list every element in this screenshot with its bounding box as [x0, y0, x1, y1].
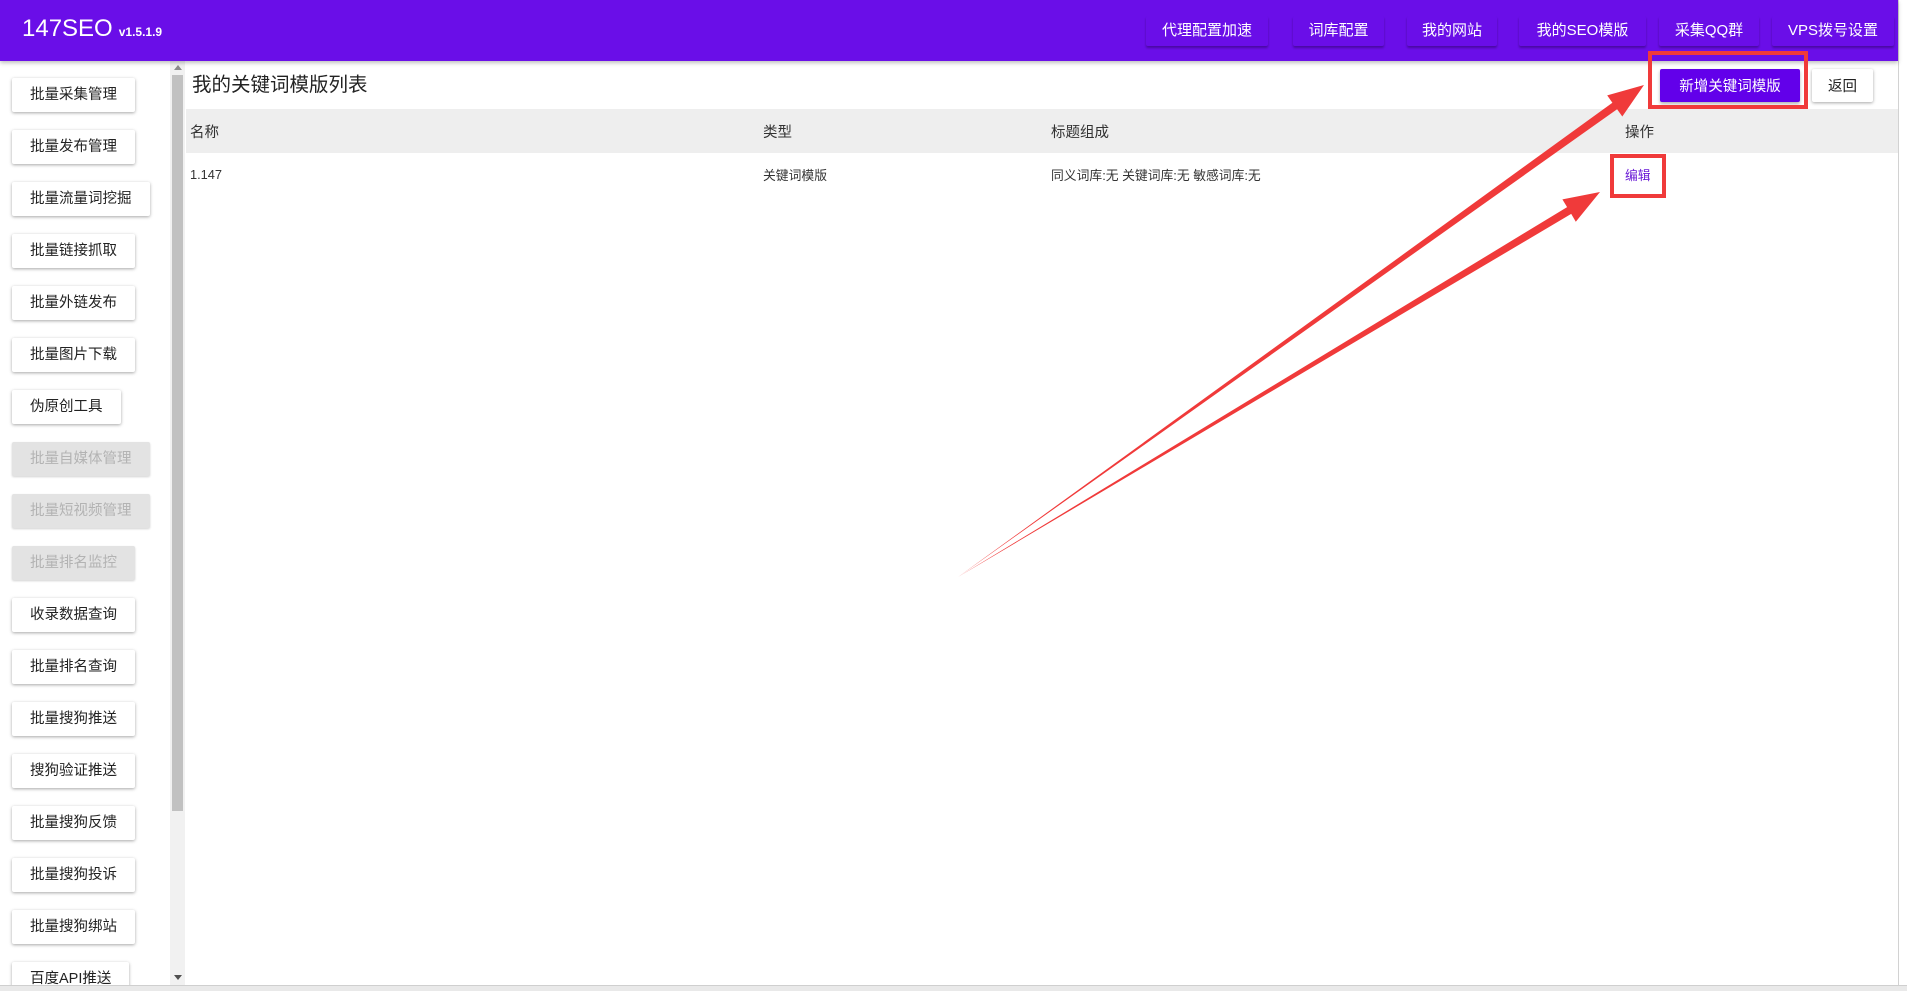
sidebar-item-traffic-keyword-mining[interactable]: 批量流量词挖掘 [12, 182, 150, 216]
sidebar-item-batch-backlink-publish[interactable]: 批量外链发布 [12, 286, 135, 320]
app-title: 147SEO [22, 15, 113, 42]
nav-my-websites[interactable]: 我的网站 [1407, 16, 1497, 46]
app-version: v1.5.1.9 [118, 25, 163, 39]
sidebar-item-batch-rank-query[interactable]: 批量排名查询 [12, 650, 135, 684]
sidebar-item-batch-short-video-management: 批量短视频管理 [12, 494, 150, 528]
sidebar-item-baidu-api-push[interactable]: 百度API推送 [12, 962, 130, 985]
column-header-title-composition: 标题组成 [1051, 124, 1109, 141]
sidebar-item-batch-self-media-management: 批量自媒体管理 [12, 442, 150, 476]
nav-my-seo-templates[interactable]: 我的SEO模版 [1519, 16, 1646, 46]
sidebar-item-batch-sogou-complaint[interactable]: 批量搜狗投诉 [12, 858, 135, 892]
scroll-up-arrow-icon[interactable] [174, 65, 182, 70]
sidebar-item-batch-image-download[interactable]: 批量图片下载 [12, 338, 135, 372]
nav-collect-qq-group[interactable]: 采集QQ群 [1659, 16, 1759, 46]
sidebar-scrollbar-thumb[interactable] [172, 75, 183, 811]
cell-actions: 编辑 [1625, 165, 1898, 184]
page-title: 我的关键词模版列表 [192, 74, 368, 96]
sidebar-item-batch-publish-management[interactable]: 批量发布管理 [12, 130, 135, 164]
window-bottom-edge [0, 985, 1907, 991]
nav-vps-dialup-settings[interactable]: VPS拨号设置 [1772, 16, 1894, 46]
sidebar-scrollbar[interactable] [170, 61, 185, 985]
main-content: 我的关键词模版列表 新增关键词模版 返回 名称 类型 标题组成 操作 1.147… [186, 61, 1898, 985]
app-brand: 147SEO v1.5.1.9 [22, 14, 162, 44]
cell-type: 关键词模版 [763, 168, 827, 183]
column-header-name: 名称 [190, 124, 219, 141]
sidebar-item-index-data-query[interactable]: 收录数据查询 [12, 598, 135, 632]
sidebar-item-batch-rank-monitor: 批量排名监控 [12, 546, 135, 580]
sidebar-menu: 批量采集管理 批量发布管理 批量流量词挖掘 批量链接抓取 批量外链发布 批量图片… [0, 61, 170, 985]
nav-lexicon-config[interactable]: 词库配置 [1293, 16, 1384, 46]
column-header-actions: 操作 [1625, 124, 1654, 141]
column-header-type: 类型 [763, 124, 792, 141]
table-row: 1.147 关键词模版 同义词库:无 关键词库:无 敏感词库:无 编辑 [186, 153, 1898, 196]
sidebar: 批量采集管理 批量发布管理 批量流量词挖掘 批量链接抓取 批量外链发布 批量图片… [0, 61, 170, 985]
sidebar-item-batch-sogou-feedback[interactable]: 批量搜狗反馈 [12, 806, 135, 840]
top-app-bar: 147SEO v1.5.1.9 代理配置加速 词库配置 我的网站 我的SEO模版 … [0, 0, 1898, 61]
scroll-down-arrow-icon[interactable] [174, 975, 182, 980]
sidebar-item-batch-collect-management[interactable]: 批量采集管理 [12, 78, 135, 112]
sidebar-item-pseudo-original-tool[interactable]: 伪原创工具 [12, 390, 121, 424]
cell-title-composition: 同义词库:无 关键词库:无 敏感词库:无 [1051, 168, 1261, 183]
sidebar-item-sogou-verify-push[interactable]: 搜狗验证推送 [12, 754, 135, 788]
sidebar-item-batch-sogou-site-binding[interactable]: 批量搜狗绑站 [12, 910, 135, 944]
add-keyword-template-button[interactable]: 新增关键词模版 [1660, 69, 1800, 102]
window-right-edge [1898, 0, 1907, 991]
sidebar-item-batch-link-crawl[interactable]: 批量链接抓取 [12, 234, 135, 268]
back-button[interactable]: 返回 [1812, 69, 1873, 102]
edit-link[interactable]: 编辑 [1625, 168, 1651, 183]
nav-proxy-config-accelerate[interactable]: 代理配置加速 [1146, 16, 1268, 46]
table-header: 名称 类型 标题组成 操作 [186, 109, 1898, 153]
sidebar-item-batch-sogou-push[interactable]: 批量搜狗推送 [12, 702, 135, 736]
cell-name: 1.147 [190, 167, 223, 182]
